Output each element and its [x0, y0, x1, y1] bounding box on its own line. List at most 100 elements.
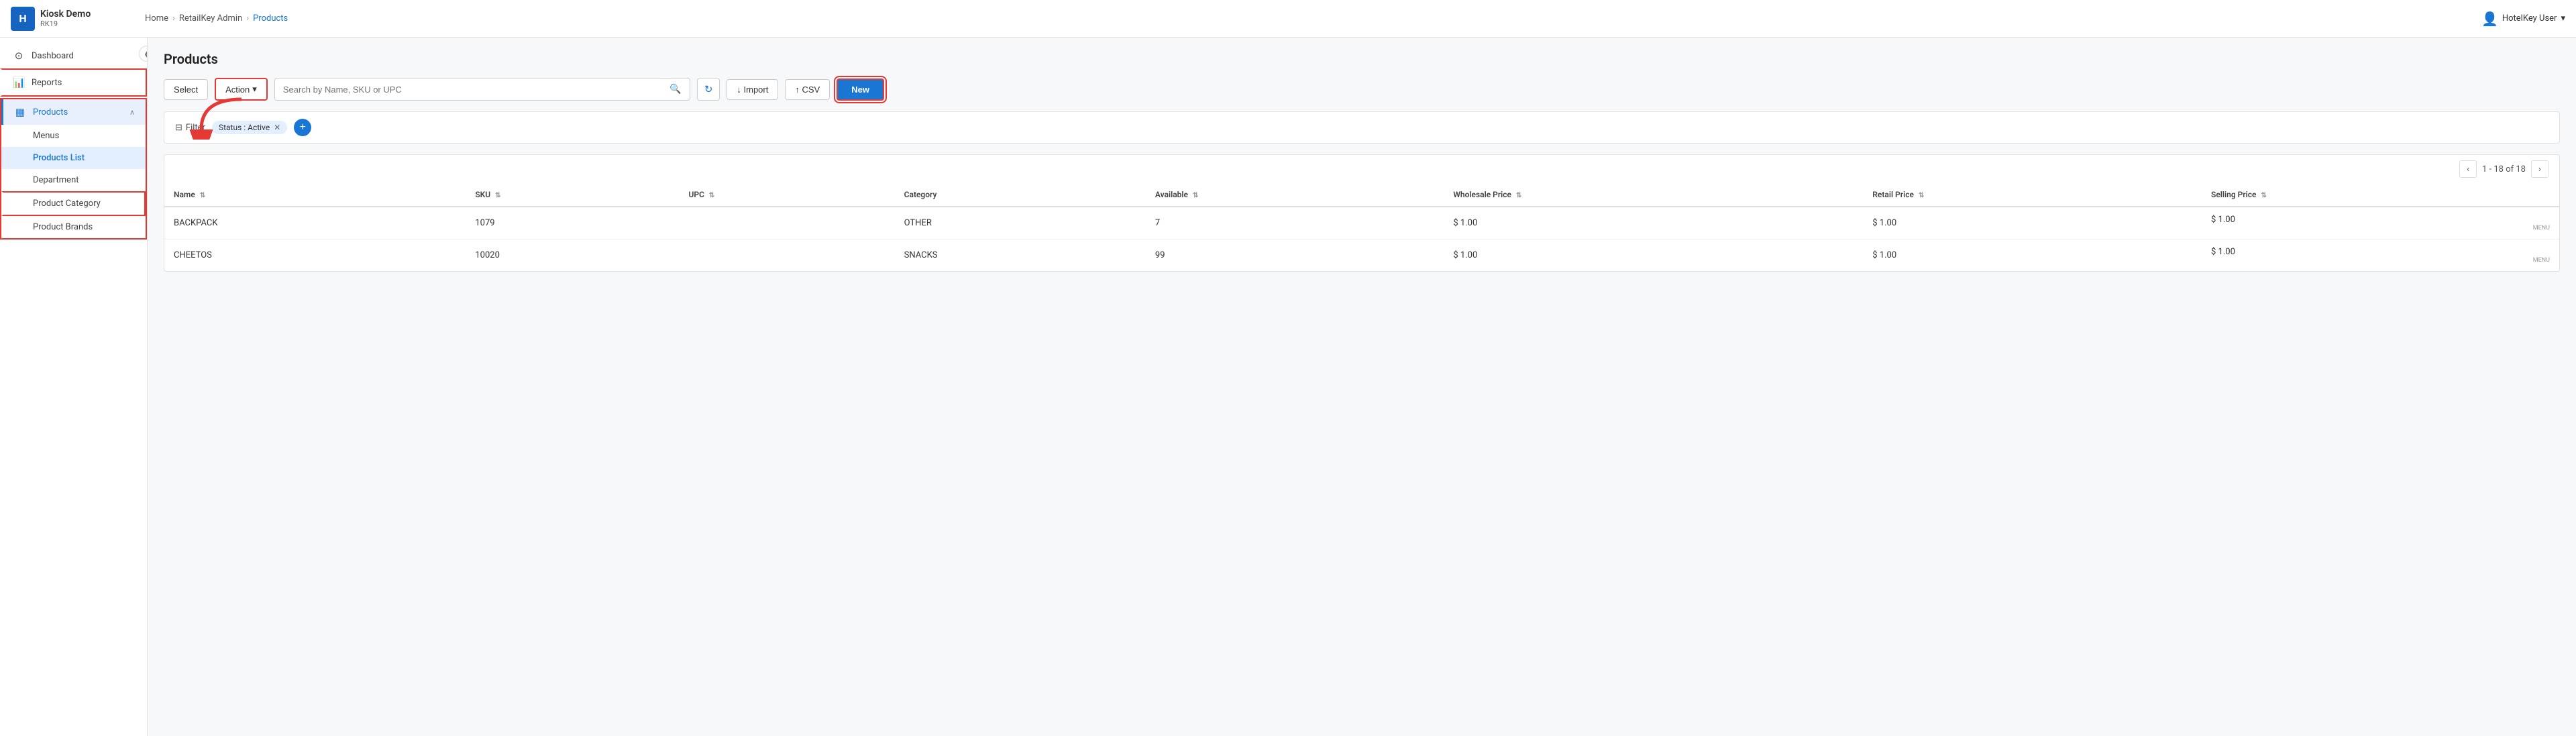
logo-text: Kiosk Demo RK19: [40, 9, 91, 28]
table-row[interactable]: BACKPACK 1079 OTHER 7 $ 1.00 $ 1.00 $ 1.…: [164, 207, 2559, 240]
refresh-button[interactable]: ↻: [697, 78, 720, 101]
main-layout: ❮ ⊙ Dashboard 📊 Reports ▦ Products ∧ Men…: [0, 38, 2576, 736]
table-container: ‹ 1 - 18 of 18 › Name ⇅ SKU ⇅: [164, 154, 2560, 272]
app-sub: RK19: [40, 19, 91, 28]
chip-label: Status : Active: [219, 123, 270, 132]
row1-name: BACKPACK: [164, 207, 466, 240]
sidebar-item-dashboard[interactable]: ⊙ Dashboard: [0, 43, 147, 68]
select-button[interactable]: Select: [164, 79, 208, 100]
upc-sort-icon[interactable]: ⇅: [709, 192, 714, 199]
col-available-label: Available: [1155, 190, 1188, 199]
search-icon: 🔍: [669, 84, 681, 95]
col-sku: SKU ⇅: [466, 183, 679, 207]
filter-label-area: ⊟ Filter: [175, 123, 205, 133]
col-upc: UPC ⇅: [680, 183, 895, 207]
add-filter-button[interactable]: +: [294, 119, 311, 136]
sidebar-sub-product-brands-label: Product Brands: [33, 222, 93, 232]
refresh-icon: ↻: [704, 84, 713, 95]
available-sort-icon[interactable]: ⇅: [1193, 192, 1198, 199]
sidebar-sub-products-list[interactable]: Products List: [1, 147, 146, 169]
breadcrumb-home[interactable]: Home: [145, 13, 168, 23]
row1-available: 7: [1146, 207, 1444, 240]
header-row: Name ⇅ SKU ⇅ UPC ⇅ Category: [164, 183, 2559, 207]
col-wholesale-label: Wholesale Price: [1453, 190, 1511, 199]
action-button[interactable]: Action ▾: [215, 78, 268, 101]
col-category-label: Category: [904, 190, 937, 199]
add-filter-icon: +: [300, 121, 306, 134]
page-title: Products: [164, 51, 2560, 67]
col-name-label: Name: [174, 190, 195, 199]
products-icon: ▦: [14, 106, 26, 118]
sidebar-item-label: Dashboard: [32, 51, 136, 61]
table-header: Name ⇅ SKU ⇅ UPC ⇅ Category: [164, 183, 2559, 207]
col-wholesale: Wholesale Price ⇅: [1444, 183, 1863, 207]
prev-page-button[interactable]: ‹: [2459, 160, 2477, 178]
search-input[interactable]: [283, 85, 670, 95]
status-active-chip: Status : Active ✕: [212, 121, 287, 134]
name-sort-icon[interactable]: ⇅: [200, 192, 205, 199]
filter-icon: ⊟: [175, 123, 182, 133]
sidebar-sub-product-category[interactable]: Product Category: [1, 191, 146, 216]
col-available: Available ⇅: [1146, 183, 1444, 207]
breadcrumb-retailkey[interactable]: RetailKey Admin: [179, 13, 242, 23]
row2-upc: [680, 240, 895, 272]
pagination-text: 1 - 18 of 18: [2482, 164, 2526, 174]
top-header: H Kiosk Demo RK19 Home › RetailKey Admin…: [0, 0, 2576, 38]
row2-wholesale: $ 1.00: [1444, 240, 1863, 272]
selling-sort-icon[interactable]: ⇅: [2261, 192, 2266, 199]
sidebar-sub-product-brands[interactable]: Product Brands: [1, 216, 146, 238]
import-button[interactable]: ↓ Import: [727, 79, 778, 100]
col-retail-label: Retail Price: [1872, 190, 1914, 199]
sidebar-sub-menus[interactable]: Menus: [1, 125, 146, 147]
row1-retail: $ 1.00: [1863, 207, 2202, 240]
csv-label: ↑ CSV: [795, 85, 820, 95]
sidebar: ❮ ⊙ Dashboard 📊 Reports ▦ Products ∧ Men…: [0, 38, 148, 736]
col-category: Category: [895, 183, 1146, 207]
row2-name: CHEETOS: [164, 240, 466, 272]
user-label: HotelKey User: [2502, 13, 2557, 23]
row1-sku: 1079: [466, 207, 679, 240]
logo-icon: H: [11, 7, 35, 31]
row2-available: 99: [1146, 240, 1444, 272]
dashboard-icon: ⊙: [13, 50, 25, 62]
search-bar: 🔍: [274, 78, 690, 101]
action-chevron-icon: ▾: [252, 84, 257, 95]
row1-upc: [680, 207, 895, 240]
csv-button[interactable]: ↑ CSV: [785, 79, 830, 100]
breadcrumb-sep1: ›: [172, 13, 175, 23]
sku-sort-icon[interactable]: ⇅: [495, 192, 500, 199]
retail-sort-icon[interactable]: ⇅: [1919, 192, 1924, 199]
breadcrumb-products: Products: [253, 13, 288, 23]
sidebar-sub-menus-label: Menus: [33, 131, 59, 141]
next-page-button[interactable]: ›: [2531, 160, 2548, 178]
chip-close-icon[interactable]: ✕: [274, 123, 280, 132]
row1-wholesale: $ 1.00: [1444, 207, 1863, 240]
col-upc-label: UPC: [689, 190, 704, 199]
main-content: Products Select Action ▾ 🔍 ↻ ↓ Import ↑ …: [148, 38, 2576, 736]
breadcrumb-sep2: ›: [246, 13, 249, 23]
table-body: BACKPACK 1079 OTHER 7 $ 1.00 $ 1.00 $ 1.…: [164, 207, 2559, 271]
user-area[interactable]: 👤 HotelKey User ▾: [2481, 11, 2565, 27]
sidebar-item-products[interactable]: ▦ Products ∧: [1, 99, 146, 125]
row2-selling: $ 1.00 MENU: [2202, 240, 2559, 272]
col-selling-label: Selling Price: [2211, 190, 2257, 199]
col-retail: Retail Price ⇅: [1863, 183, 2202, 207]
filter-bar: ⊟ Filter Status : Active ✕ +: [164, 111, 2560, 144]
sidebar-sub-products-list-label: Products List: [33, 153, 85, 163]
col-name: Name ⇅: [164, 183, 466, 207]
app-name: Kiosk Demo: [40, 9, 91, 19]
sidebar-sub-department[interactable]: Department: [1, 169, 146, 191]
table-row[interactable]: CHEETOS 10020 SNACKS 99 $ 1.00 $ 1.00 $ …: [164, 240, 2559, 272]
filter-text: Filter: [186, 123, 205, 133]
import-label: ↓ Import: [737, 85, 768, 95]
sidebar-sub-department-label: Department: [33, 175, 79, 185]
logo-box: H Kiosk Demo RK19: [11, 7, 145, 31]
sidebar-item-reports[interactable]: 📊 Reports: [0, 68, 147, 97]
sidebar-reports-label: Reports: [32, 78, 135, 88]
products-table: Name ⇅ SKU ⇅ UPC ⇅ Category: [164, 183, 2559, 271]
sidebar-sub-product-category-label: Product Category: [33, 199, 101, 209]
wholesale-sort-icon[interactable]: ⇅: [1516, 192, 1521, 199]
action-label: Action: [225, 85, 250, 95]
new-button[interactable]: New: [837, 78, 884, 101]
reports-icon: 📊: [13, 76, 25, 89]
